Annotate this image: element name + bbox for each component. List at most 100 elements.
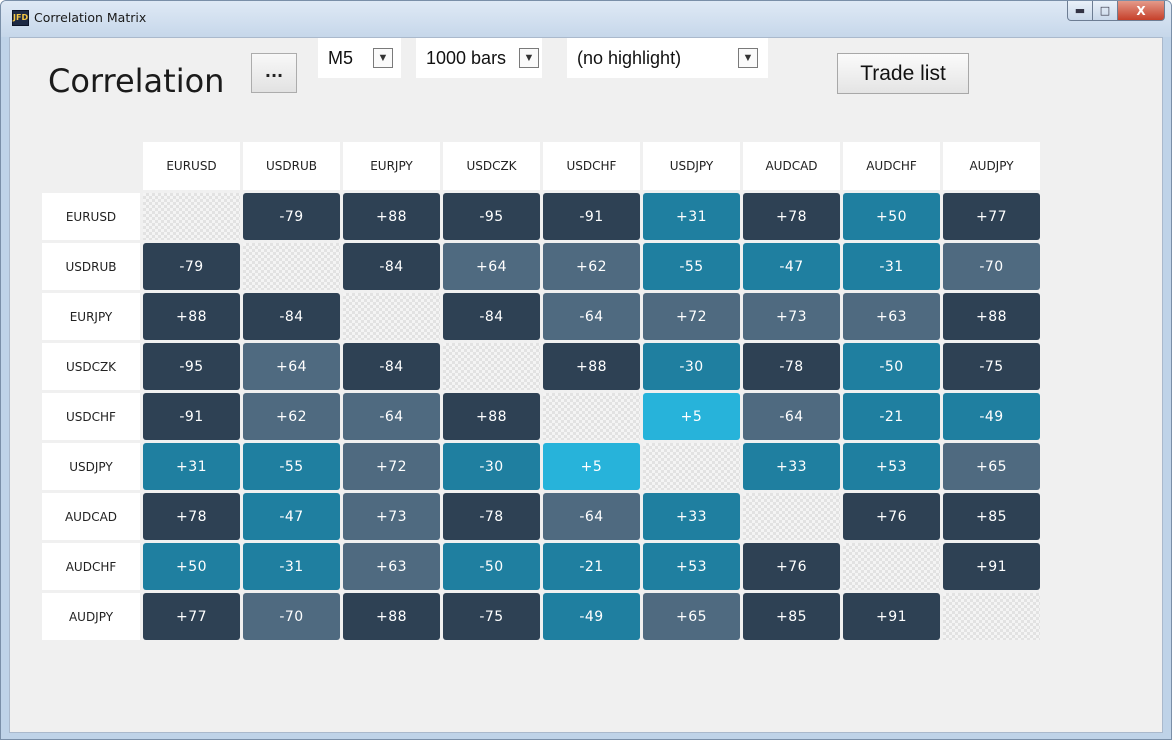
- correlation-cell-eurjpy-audcad[interactable]: +73: [743, 293, 840, 340]
- correlation-cell-audcad-eurjpy[interactable]: +73: [343, 493, 440, 540]
- correlation-cell-usdjpy-eurusd[interactable]: +31: [143, 443, 240, 490]
- correlation-cell-audchf-usdjpy[interactable]: +53: [643, 543, 740, 590]
- close-button[interactable]: X: [1118, 1, 1165, 21]
- correlation-cell-audjpy-usdjpy[interactable]: +65: [643, 593, 740, 640]
- correlation-cell-audjpy-usdczk[interactable]: -75: [443, 593, 540, 640]
- correlation-cell-audjpy-usdrub[interactable]: -70: [243, 593, 340, 640]
- correlation-cell-usdrub-eurusd[interactable]: -79: [143, 243, 240, 290]
- minimize-button[interactable]: ▬: [1067, 1, 1093, 21]
- correlation-cell-audchf-eurjpy[interactable]: +63: [343, 543, 440, 590]
- correlation-cell-audcad-usdchf[interactable]: -64: [543, 493, 640, 540]
- correlation-cell-audcad-audchf[interactable]: +76: [843, 493, 940, 540]
- correlation-cell-eurjpy-usdjpy[interactable]: +72: [643, 293, 740, 340]
- row-header-usdczk: USDCZK: [42, 343, 140, 390]
- correlation-cell-eurjpy-usdczk[interactable]: -84: [443, 293, 540, 340]
- correlation-cell-usdczk-usdchf[interactable]: +88: [543, 343, 640, 390]
- correlation-cell-audchf-eurusd[interactable]: +50: [143, 543, 240, 590]
- correlation-cell-usdjpy-audchf[interactable]: +53: [843, 443, 940, 490]
- correlation-cell-eurjpy-audjpy[interactable]: +88: [943, 293, 1040, 340]
- correlation-cell-eurusd-eurjpy[interactable]: +88: [343, 193, 440, 240]
- correlation-cell-usdczk-eurusd[interactable]: -95: [143, 343, 240, 390]
- row-header-audjpy: AUDJPY: [42, 593, 140, 640]
- row-header-audcad: AUDCAD: [42, 493, 140, 540]
- correlation-cell-audjpy-usdchf[interactable]: -49: [543, 593, 640, 640]
- title-bar[interactable]: JFD Correlation Matrix ▬ □ X: [1, 1, 1171, 37]
- timeframe-select[interactable]: M5 ▼: [318, 38, 401, 78]
- correlation-cell-eurusd-usdjpy[interactable]: +31: [643, 193, 740, 240]
- correlation-cell-eurjpy-usdrub[interactable]: -84: [243, 293, 340, 340]
- maximize-button[interactable]: □: [1093, 1, 1118, 21]
- correlation-cell-usdjpy-audcad[interactable]: +33: [743, 443, 840, 490]
- correlation-cell-usdrub-usdczk[interactable]: +64: [443, 243, 540, 290]
- trade-list-button[interactable]: Trade list: [837, 53, 969, 94]
- correlation-cell-usdchf-audcad[interactable]: -64: [743, 393, 840, 440]
- correlation-cell-usdjpy-usdrub[interactable]: -55: [243, 443, 340, 490]
- row-header-audchf: AUDCHF: [42, 543, 140, 590]
- correlation-cell-audcad-audjpy[interactable]: +85: [943, 493, 1040, 540]
- matrix-corner: [42, 142, 140, 190]
- correlation-cell-usdchf-usdjpy[interactable]: +5: [643, 393, 740, 440]
- correlation-cell-usdrub-usdjpy[interactable]: -55: [643, 243, 740, 290]
- correlation-cell-audcad-usdrub[interactable]: -47: [243, 493, 340, 540]
- correlation-cell-usdjpy-usdchf[interactable]: +5: [543, 443, 640, 490]
- timeframe-value: M5: [328, 47, 354, 68]
- correlation-cell-eurusd-usdchf[interactable]: -91: [543, 193, 640, 240]
- correlation-cell-usdczk-audchf[interactable]: -50: [843, 343, 940, 390]
- correlation-cell-usdjpy-audjpy[interactable]: +65: [943, 443, 1040, 490]
- app-icon: JFD: [12, 10, 29, 26]
- correlation-cell-eurusd-audcad[interactable]: +78: [743, 193, 840, 240]
- correlation-cell-audjpy-eurjpy[interactable]: +88: [343, 593, 440, 640]
- correlation-cell-usdczk-usdrub[interactable]: +64: [243, 343, 340, 390]
- correlation-cell-usdczk-eurjpy[interactable]: -84: [343, 343, 440, 390]
- correlation-cell-usdchf-usdrub[interactable]: +62: [243, 393, 340, 440]
- correlation-cell-usdczk-usdjpy[interactable]: -30: [643, 343, 740, 390]
- column-header-audjpy: AUDJPY: [943, 142, 1040, 190]
- correlation-cell-audcad-usdjpy[interactable]: +33: [643, 493, 740, 540]
- correlation-cell-eurjpy-audchf[interactable]: +63: [843, 293, 940, 340]
- correlation-cell-eurusd-audjpy[interactable]: +77: [943, 193, 1040, 240]
- correlation-cell-usdchf-eurjpy[interactable]: -64: [343, 393, 440, 440]
- correlation-cell-usdrub-eurjpy[interactable]: -84: [343, 243, 440, 290]
- correlation-cell-audjpy-eurusd[interactable]: +77: [143, 593, 240, 640]
- correlation-cell-usdrub-audcad[interactable]: -47: [743, 243, 840, 290]
- correlation-cell-audchf-usdchf[interactable]: -21: [543, 543, 640, 590]
- correlation-cell-audchf-usdczk[interactable]: -50: [443, 543, 540, 590]
- correlation-cell-audjpy-audchf[interactable]: +91: [843, 593, 940, 640]
- correlation-cell-usdchf-eurusd[interactable]: -91: [143, 393, 240, 440]
- correlation-cell-usdchf-usdczk[interactable]: +88: [443, 393, 540, 440]
- chevron-down-icon[interactable]: ▼: [519, 48, 539, 68]
- correlation-cell-eurusd-audchf[interactable]: +50: [843, 193, 940, 240]
- diagonal-cell: [143, 193, 240, 240]
- chevron-down-icon[interactable]: ▼: [738, 48, 758, 68]
- correlation-cell-audchf-usdrub[interactable]: -31: [243, 543, 340, 590]
- correlation-cell-usdchf-audjpy[interactable]: -49: [943, 393, 1040, 440]
- correlation-cell-audchf-audjpy[interactable]: +91: [943, 543, 1040, 590]
- correlation-cell-usdczk-audjpy[interactable]: -75: [943, 343, 1040, 390]
- correlation-cell-eurusd-usdrub[interactable]: -79: [243, 193, 340, 240]
- bars-value: 1000 bars: [426, 47, 507, 68]
- correlation-cell-usdjpy-eurjpy[interactable]: +72: [343, 443, 440, 490]
- highlight-select[interactable]: (no highlight) ▼: [567, 38, 768, 78]
- diagonal-cell: [243, 243, 340, 290]
- correlation-cell-audcad-eurusd[interactable]: +78: [143, 493, 240, 540]
- correlation-cell-usdczk-audcad[interactable]: -78: [743, 343, 840, 390]
- column-header-usdjpy: USDJPY: [643, 142, 740, 190]
- correlation-cell-audchf-audcad[interactable]: +76: [743, 543, 840, 590]
- correlation-cell-eurjpy-eurusd[interactable]: +88: [143, 293, 240, 340]
- minimize-icon: ▬: [1074, 4, 1086, 17]
- correlation-cell-usdrub-audjpy[interactable]: -70: [943, 243, 1040, 290]
- correlation-cell-audcad-usdczk[interactable]: -78: [443, 493, 540, 540]
- more-options-button[interactable]: ...: [251, 53, 297, 93]
- chevron-down-icon[interactable]: ▼: [373, 48, 393, 68]
- correlation-cell-eurusd-usdczk[interactable]: -95: [443, 193, 540, 240]
- row-header-usdjpy: USDJPY: [42, 443, 140, 490]
- correlation-cell-audjpy-audcad[interactable]: +85: [743, 593, 840, 640]
- correlation-cell-eurjpy-usdchf[interactable]: -64: [543, 293, 640, 340]
- correlation-cell-usdjpy-usdczk[interactable]: -30: [443, 443, 540, 490]
- diagonal-cell: [743, 493, 840, 540]
- bars-select[interactable]: 1000 bars ▼: [416, 38, 542, 78]
- correlation-cell-usdrub-audchf[interactable]: -31: [843, 243, 940, 290]
- correlation-cell-usdrub-usdchf[interactable]: +62: [543, 243, 640, 290]
- column-header-audchf: AUDCHF: [843, 142, 940, 190]
- correlation-cell-usdchf-audchf[interactable]: -21: [843, 393, 940, 440]
